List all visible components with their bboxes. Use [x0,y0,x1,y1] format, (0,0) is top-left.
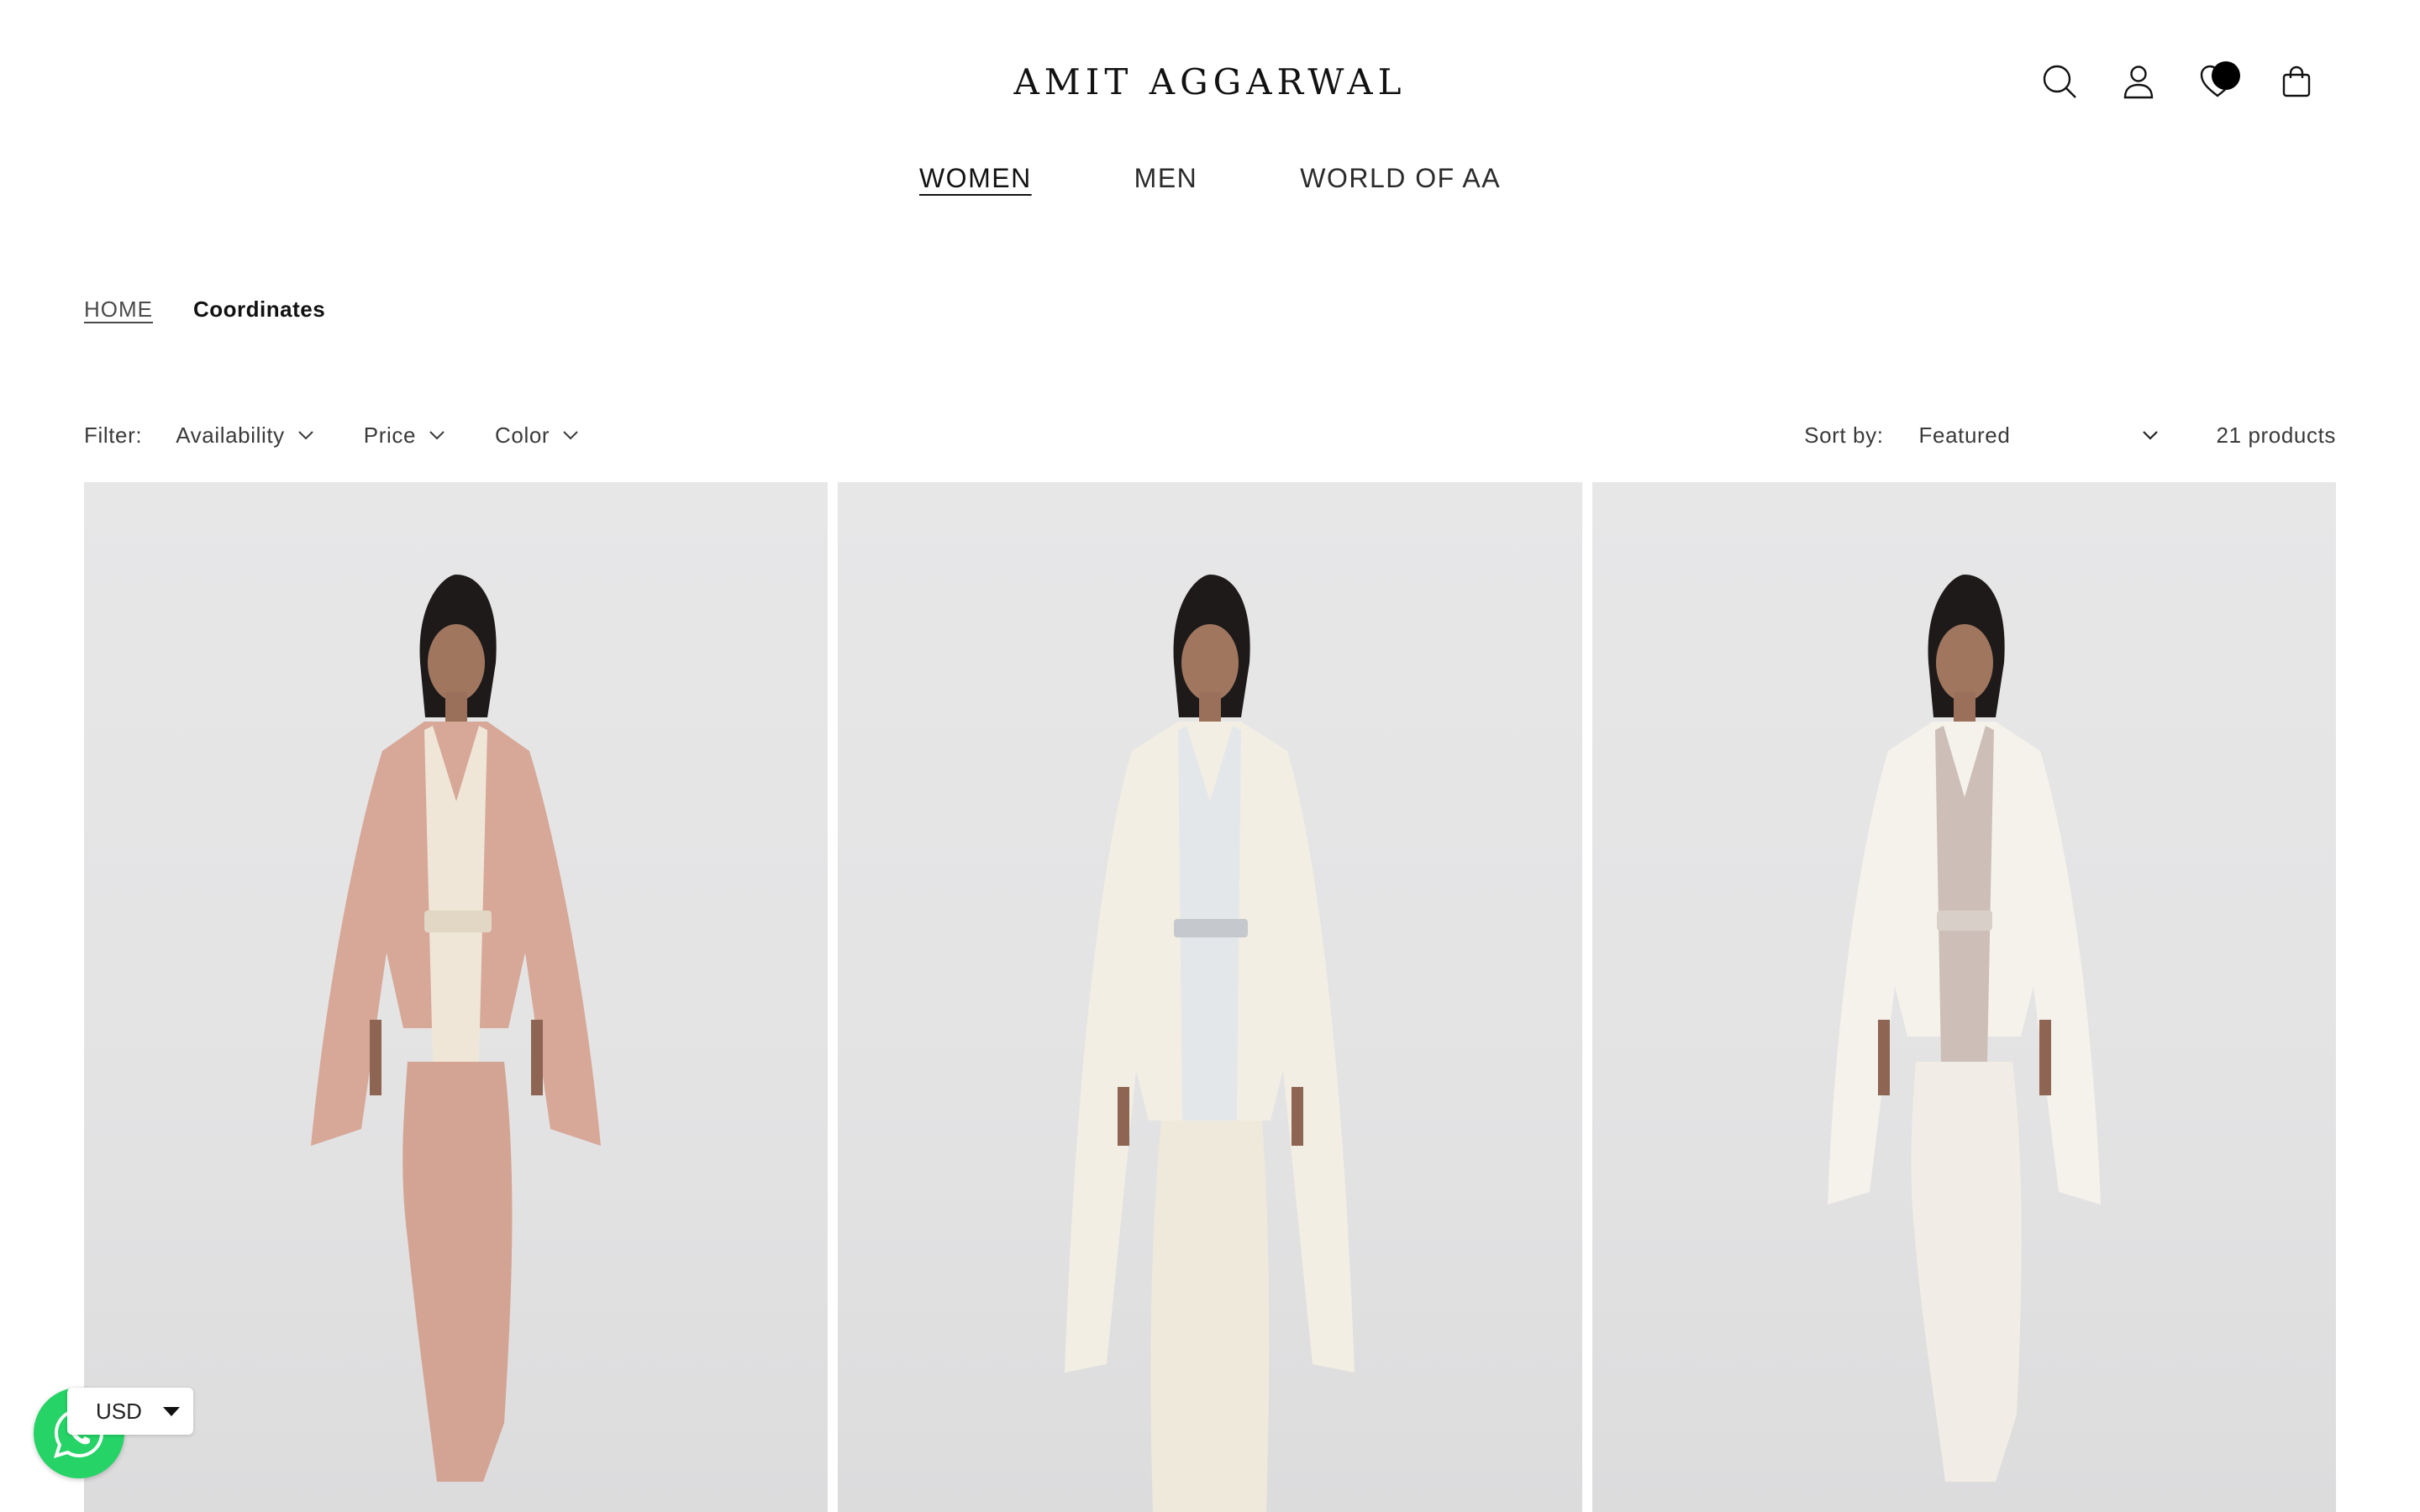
filter-price-label: Price [363,422,417,448]
filter-price[interactable]: Price [364,423,446,449]
chevron-down-icon [2142,431,2158,440]
product-card[interactable] [1591,482,2336,1512]
filter-color-label: Color [495,422,550,448]
wishlist-icon[interactable] [2178,59,2257,104]
nav-item-men[interactable]: MEN [1134,158,1199,198]
sort-select-value: Featured [1918,422,2011,448]
filter-availability-label: Availability [176,422,285,448]
product-image[interactable] [838,482,1581,1512]
cart-icon[interactable] [2257,59,2336,104]
breadcrumb-home[interactable]: HOME [84,297,153,323]
nav-item-women[interactable]: WOMEN [918,158,1033,198]
wishlist-count-badge [2212,61,2240,90]
product-card[interactable] [838,482,1582,1512]
breadcrumb-current: Coordinates [193,296,326,322]
product-card[interactable] [84,482,829,1512]
nav-item-world-of-aa[interactable]: WORLD OF AA [1299,158,1502,198]
chevron-down-icon [563,431,578,440]
currency-selector[interactable]: USD [67,1388,193,1435]
brand-logo[interactable]: AMIT AGGARWAL [1013,59,1401,104]
filter-label: Filter: [84,422,143,448]
site-header: AMIT AGGARWAL WOMEN MEN WORLD OF AA [0,0,2420,202]
filter-color[interactable]: Color [495,423,580,449]
account-icon[interactable] [2099,59,2178,104]
product-count: 21 products [2216,422,2336,448]
sort-label: Sort by: [1804,422,1884,448]
filter-bar: Filter: Availability Price Color Sort by… [84,417,2336,454]
sort-select[interactable]: Featured [1919,423,2160,449]
product-grid [84,482,2336,1512]
header-icons [2020,59,2336,104]
search-icon[interactable] [2020,59,2099,104]
filter-availability[interactable]: Availability [176,423,315,449]
breadcrumb: HOME Coordinates [84,292,325,326]
chevron-down-icon [429,431,445,440]
product-image[interactable] [1592,482,2336,1512]
product-image[interactable] [84,482,828,1512]
caret-down-icon [163,1406,180,1416]
main-nav: WOMEN MEN WORLD OF AA [0,158,2420,198]
currency-value: USD [96,1398,142,1424]
chevron-down-icon [298,431,313,440]
